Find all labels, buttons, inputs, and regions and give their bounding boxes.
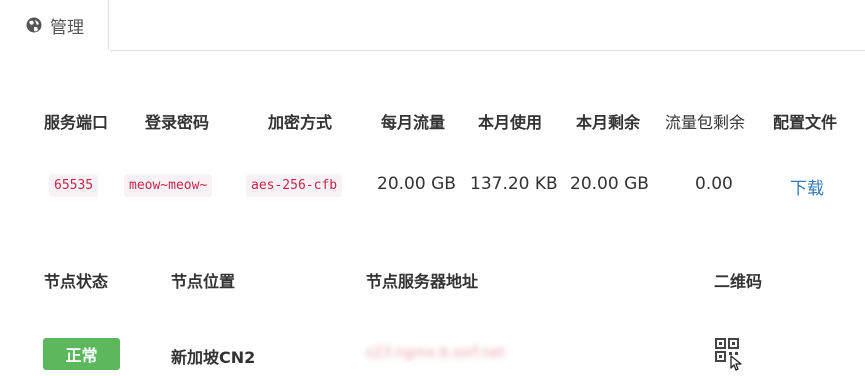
tab-manage[interactable]: 管理 <box>0 0 109 50</box>
port-value: 65535 <box>49 174 99 197</box>
header-used: 本月使用 <box>478 113 543 132</box>
config-download-link[interactable]: 下载 <box>790 174 824 199</box>
header-method: 加密方式 <box>268 113 333 132</box>
method-value: aes-256-cfb <box>246 174 343 197</box>
header-config: 配置文件 <box>773 113 838 132</box>
password-value: meow~meow~ <box>124 174 213 197</box>
status-badge: 正常 <box>43 338 120 370</box>
remaining-value: 20.00 GB <box>570 174 649 194</box>
globe-icon <box>26 17 42 33</box>
header-monthly-traffic: 每月流量 <box>381 113 446 132</box>
header-node-location: 节点位置 <box>171 272 236 291</box>
header-port: 服务端口 <box>44 113 109 132</box>
header-node-server: 节点服务器地址 <box>366 272 479 291</box>
header-remaining: 本月剩余 <box>576 113 641 132</box>
used-value: 137.20 KB <box>470 174 558 194</box>
monthly-traffic-value: 20.00 GB <box>377 174 456 194</box>
tab-bar: 管理 <box>0 0 865 51</box>
header-package-remaining: 流量包剩余 <box>665 113 746 132</box>
header-qr-code: 二维码 <box>714 272 763 291</box>
tab-divider <box>110 50 865 51</box>
qr-code-icon[interactable] <box>715 338 747 372</box>
header-password: 登录密码 <box>145 113 210 132</box>
tab-label: 管理 <box>50 17 84 38</box>
node-server-address: s23.ngmx.b.ssrf.net <box>366 345 505 361</box>
package-remaining-value: 0.00 <box>695 174 733 194</box>
header-node-status: 节点状态 <box>44 272 109 291</box>
node-location: 新加坡CN2 <box>171 348 256 367</box>
